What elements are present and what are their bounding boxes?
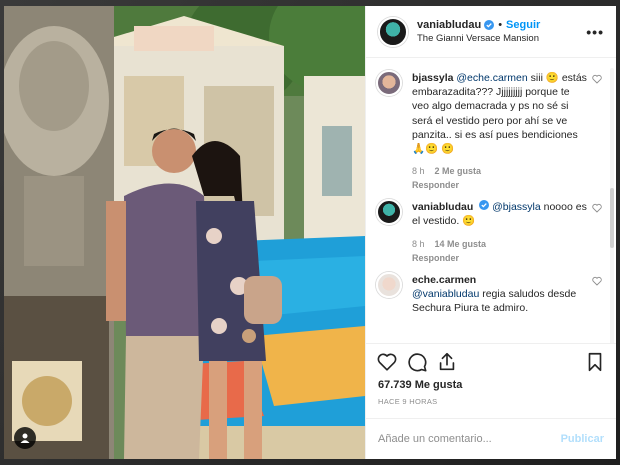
post-timestamp[interactable]: HACE 9 HORAS (366, 391, 616, 419)
author-info: vaniabludau • Seguir The Gianni Versace … (417, 19, 586, 44)
comments-list[interactable]: bjassyla @eche.carmen siii 🙂 estás embar… (366, 58, 616, 343)
comment-username[interactable]: eche.carmen (412, 274, 476, 286)
author-username[interactable]: vaniabludau (417, 19, 481, 31)
comment-body: bjassyla @eche.carmen siii 🙂 estás embar… (412, 70, 592, 191)
author-avatar[interactable] (378, 16, 408, 47)
post-header: vaniabludau • Seguir The Gianni Versace … (366, 6, 616, 58)
comment-username[interactable]: bjassyla (412, 72, 453, 84)
comment-mention[interactable]: @vaniabludau (412, 288, 479, 300)
like-heart-icon[interactable] (376, 351, 398, 373)
reply-button[interactable]: Responder (412, 179, 588, 191)
post-actions (366, 343, 616, 379)
comment-time[interactable]: 8 h (412, 165, 425, 177)
like-comment-heart-icon[interactable] (592, 74, 602, 84)
comment-time[interactable]: 8 h (412, 238, 425, 250)
comment-item: eche.carmen @vaniabludau regia saludos d… (376, 271, 602, 316)
comment-bubble-icon[interactable] (406, 351, 428, 373)
photo-illustration (4, 6, 365, 459)
likes-count[interactable]: 67.739 Me gusta (366, 379, 616, 391)
more-options-icon[interactable]: ••• (586, 24, 604, 40)
comment-likes[interactable]: 2 Me gusta (435, 165, 482, 177)
post-modal: vaniabludau • Seguir The Gianni Versace … (4, 6, 616, 459)
commenter-avatar[interactable] (376, 70, 402, 96)
comment-text-block: vaniabludau @bjassyla noooo es el vestid… (412, 200, 588, 228)
comment-mention[interactable]: @eche.carmen (456, 72, 527, 84)
like-comment-heart-icon[interactable] (592, 203, 602, 213)
post-photo[interactable] (4, 6, 365, 459)
comment-text-block: bjassyla @eche.carmen siii 🙂 estás embar… (412, 71, 588, 156)
verified-badge-icon (479, 200, 490, 211)
comment-composer: Publicar (366, 419, 616, 459)
author-row: vaniabludau • Seguir (417, 19, 586, 31)
header-separator: • (498, 19, 503, 31)
tagged-users-button[interactable] (14, 427, 36, 449)
comment-text-block: eche.carmen @vaniabludau regia saludos d… (412, 273, 588, 316)
commenter-avatar[interactable] (376, 271, 402, 298)
comment-body: eche.carmen @vaniabludau regia saludos d… (412, 272, 592, 316)
comment-username[interactable]: vaniabludau (412, 201, 473, 213)
publish-button[interactable]: Publicar (561, 433, 604, 445)
bookmark-icon[interactable] (584, 351, 606, 373)
person-icon (20, 433, 30, 443)
share-icon[interactable] (436, 351, 458, 373)
post-location[interactable]: The Gianni Versace Mansion (417, 33, 586, 44)
like-comment-heart-icon[interactable] (592, 276, 602, 286)
comment-meta: 8 h 14 Me gusta (412, 238, 588, 250)
follow-button[interactable]: Seguir (506, 19, 540, 31)
comment-meta: 8 h 2 Me gusta (412, 165, 588, 177)
post-sidebar: vaniabludau • Seguir The Gianni Versace … (365, 6, 616, 459)
comment-item: bjassyla @eche.carmen siii 🙂 estás embar… (376, 70, 602, 191)
reply-button[interactable]: Responder (412, 252, 588, 264)
comment-likes[interactable]: 14 Me gusta (435, 238, 487, 250)
comment-input[interactable] (378, 433, 561, 445)
scrollbar-thumb[interactable] (610, 188, 614, 248)
comment-mention[interactable]: @bjassyla (492, 201, 541, 213)
comment-text: siii 🙂 estás embarazadita??? Jjjjjjjjjj … (412, 72, 587, 155)
verified-badge-icon (484, 20, 495, 30)
comment-item: vaniabludau @bjassyla noooo es el vestid… (376, 199, 602, 264)
commenter-avatar[interactable] (376, 199, 402, 226)
comment-body: vaniabludau @bjassyla noooo es el vestid… (412, 199, 592, 264)
